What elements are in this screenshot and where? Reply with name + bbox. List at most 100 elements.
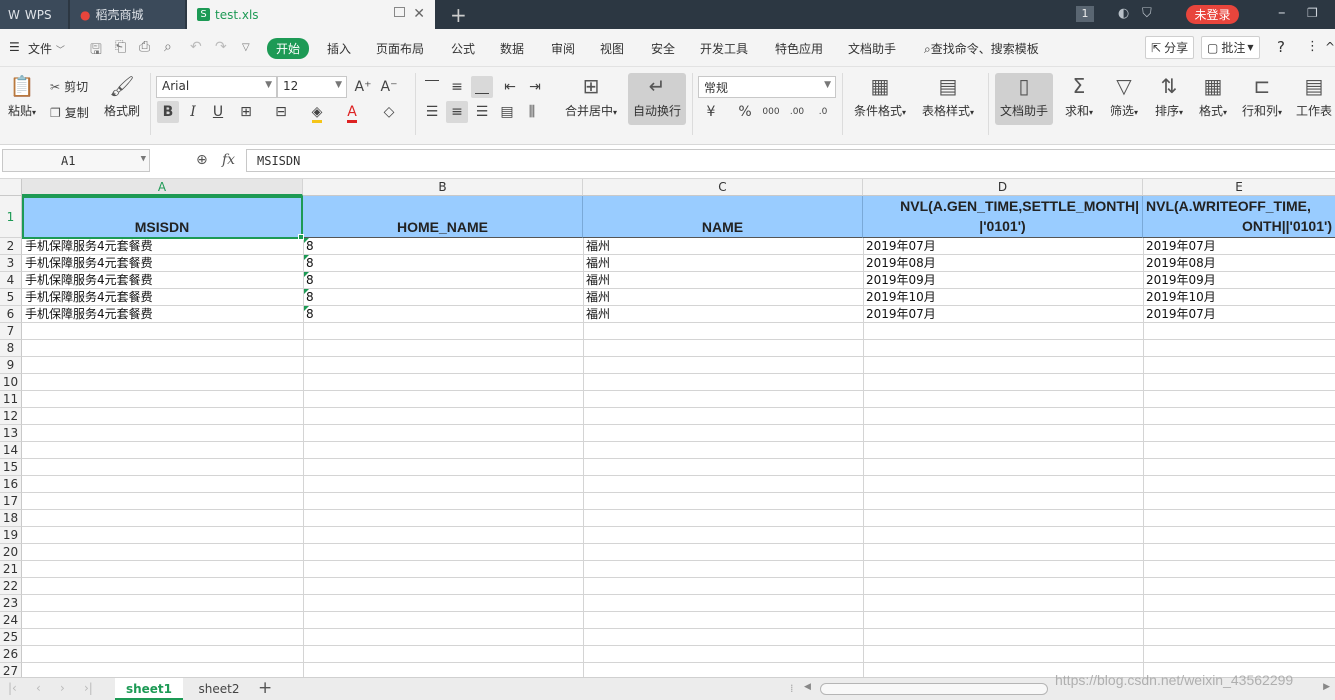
- row-header-5[interactable]: 5: [0, 289, 22, 306]
- header-cell-name[interactable]: NAME: [583, 196, 863, 238]
- table-style-button[interactable]: ▤ 表格样式▾: [918, 73, 978, 119]
- hamburger-menu-icon[interactable]: ☰: [9, 40, 20, 54]
- zoom-formula-icon[interactable]: ⊕: [196, 152, 208, 168]
- align-bottom-icon[interactable]: ⎽: [471, 76, 493, 98]
- name-box[interactable]: A1 ▼: [2, 149, 150, 172]
- cell-home-name[interactable]: 8: [303, 289, 582, 306]
- menu-insert[interactable]: 插入: [327, 40, 351, 57]
- row-header-26[interactable]: 26: [0, 646, 22, 663]
- share-button[interactable]: ⇱ 分享: [1145, 36, 1195, 59]
- column-header-d[interactable]: D: [863, 179, 1143, 196]
- font-color-icon[interactable]: A: [341, 101, 363, 123]
- format-button[interactable]: ▦ 格式▾: [1194, 73, 1232, 119]
- scroll-left-icon[interactable]: ◀: [804, 682, 811, 692]
- decrease-decimal-icon[interactable]: .0: [812, 101, 834, 123]
- cell-name[interactable]: 福州: [583, 238, 862, 255]
- column-header-c[interactable]: C: [583, 179, 863, 196]
- sort-button[interactable]: ⇅ 排序▾: [1150, 73, 1188, 119]
- sheet-tab-sheet1[interactable]: sheet1: [115, 678, 183, 700]
- cell-item[interactable]: 手机保障服务4元套餐费: [22, 306, 302, 323]
- tab-docer-store[interactable]: ● 稻壳商城: [70, 0, 185, 29]
- header-cell-msisdn[interactable]: MSISDN: [22, 196, 303, 238]
- indent-decrease-icon[interactable]: ⇤: [499, 76, 521, 98]
- cell-item[interactable]: 手机保障服务4元套餐费: [22, 255, 302, 272]
- first-sheet-icon[interactable]: |‹: [8, 681, 17, 695]
- menu-page-layout[interactable]: 页面布局: [376, 40, 424, 57]
- conditional-format-button[interactable]: ▦ 条件格式▾: [850, 73, 910, 119]
- prev-sheet-icon[interactable]: ‹: [36, 681, 41, 695]
- column-header-e[interactable]: E: [1143, 179, 1335, 196]
- bold-icon[interactable]: B: [157, 101, 179, 123]
- header-cell-gen-time[interactable]: NVL(A.GEN_TIME,SETTLE_MONTH| |'0101'): [863, 196, 1143, 238]
- window-mode-icon[interactable]: [394, 7, 405, 17]
- shirt-icon[interactable]: ⛉: [1142, 6, 1152, 21]
- tab-wps-home[interactable]: W WPS: [0, 0, 68, 29]
- cell-writeoff-time[interactable]: 2019年07月: [1143, 306, 1334, 323]
- minimize-icon[interactable]: –: [1278, 3, 1286, 21]
- cell-writeoff-time[interactable]: 2019年10月: [1143, 289, 1334, 306]
- row-header-11[interactable]: 11: [0, 391, 22, 408]
- menu-data[interactable]: 数据: [500, 40, 524, 57]
- row-header-21[interactable]: 21: [0, 561, 22, 578]
- fill-pattern-icon[interactable]: ⊟: [270, 101, 292, 123]
- splitter-icon[interactable]: ⁞: [790, 682, 794, 695]
- cell-writeoff-time[interactable]: 2019年09月: [1143, 272, 1334, 289]
- row-header-7[interactable]: 7: [0, 323, 22, 340]
- row-header-27[interactable]: 27: [0, 663, 22, 677]
- fill-handle[interactable]: [298, 234, 304, 240]
- percent-icon[interactable]: %: [734, 101, 756, 123]
- row-header-9[interactable]: 9: [0, 357, 22, 374]
- row-header-20[interactable]: 20: [0, 544, 22, 561]
- last-sheet-icon[interactable]: ›|: [84, 681, 93, 695]
- doc-assistant-button[interactable]: ▯ 文档助手: [995, 73, 1053, 125]
- skin-icon[interactable]: ◐: [1118, 6, 1129, 21]
- number-format-select[interactable]: 常规 ▼: [698, 76, 836, 98]
- decrease-font-icon[interactable]: A⁻: [378, 76, 400, 98]
- sheet-tab-sheet2[interactable]: sheet2: [190, 678, 248, 700]
- row-header-23[interactable]: 23: [0, 595, 22, 612]
- distributed-icon[interactable]: ⫼: [521, 101, 543, 123]
- menu-security[interactable]: 安全: [651, 40, 675, 57]
- wrap-text-button[interactable]: ↵ 自动换行: [628, 73, 686, 125]
- font-name-select[interactable]: Arial ▼: [156, 76, 277, 98]
- restore-icon[interactable]: ❐: [1307, 6, 1318, 20]
- cell-name[interactable]: 福州: [583, 272, 862, 289]
- undo-icon[interactable]: ↶: [190, 39, 202, 55]
- menu-start[interactable]: 开始: [267, 38, 310, 59]
- add-sheet-icon[interactable]: +: [258, 678, 272, 698]
- cell-item[interactable]: 手机保障服务4元套餐费: [22, 272, 302, 289]
- file-menu[interactable]: 文件 ﹀: [28, 40, 65, 57]
- cell-home-name[interactable]: 8: [303, 306, 582, 323]
- underline-icon[interactable]: U: [207, 101, 229, 123]
- quick-access-dropdown-icon[interactable]: ▽: [242, 42, 250, 53]
- border-icon[interactable]: ⊞: [235, 101, 257, 123]
- align-right-icon[interactable]: ☰: [471, 101, 493, 123]
- align-left-icon[interactable]: ☰: [421, 101, 443, 123]
- comment-button[interactable]: ▢ 批注 ▼: [1201, 36, 1260, 59]
- cell-gen-time[interactable]: 2019年10月: [863, 289, 1142, 306]
- row-header-13[interactable]: 13: [0, 425, 22, 442]
- cell-home-name[interactable]: 8: [303, 255, 582, 272]
- fill-color-icon[interactable]: ◈: [306, 101, 328, 123]
- menu-formula[interactable]: 公式: [451, 40, 475, 57]
- paste-button[interactable]: 📋 粘贴▾: [4, 73, 40, 119]
- scroll-right-icon[interactable]: ▶: [1323, 682, 1330, 692]
- row-header-22[interactable]: 22: [0, 578, 22, 595]
- thousands-separator-icon[interactable]: 000: [760, 101, 782, 123]
- command-search[interactable]: ⌕查找命令、搜索模板: [924, 40, 1039, 57]
- row-header-10[interactable]: 10: [0, 374, 22, 391]
- close-tab-icon[interactable]: ✕: [413, 6, 425, 22]
- increase-decimal-icon[interactable]: .00: [786, 101, 808, 123]
- fx-icon[interactable]: fx: [222, 152, 235, 168]
- row-header-4[interactable]: 4: [0, 272, 22, 289]
- font-size-select[interactable]: 12 ▼: [277, 76, 347, 98]
- sum-button[interactable]: Σ 求和▾: [1060, 73, 1098, 119]
- row-header-3[interactable]: 3: [0, 255, 22, 272]
- collapse-ribbon-icon[interactable]: ^: [1325, 40, 1335, 54]
- cell-gen-time[interactable]: 2019年07月: [863, 238, 1142, 255]
- worksheet-button[interactable]: ▤ 工作表: [1294, 73, 1334, 119]
- clear-format-icon[interactable]: ◇: [378, 101, 400, 123]
- row-header-25[interactable]: 25: [0, 629, 22, 646]
- tab-test-xls[interactable]: S test.xls ✕: [187, 0, 435, 29]
- formula-input[interactable]: MSISDN: [246, 149, 1335, 172]
